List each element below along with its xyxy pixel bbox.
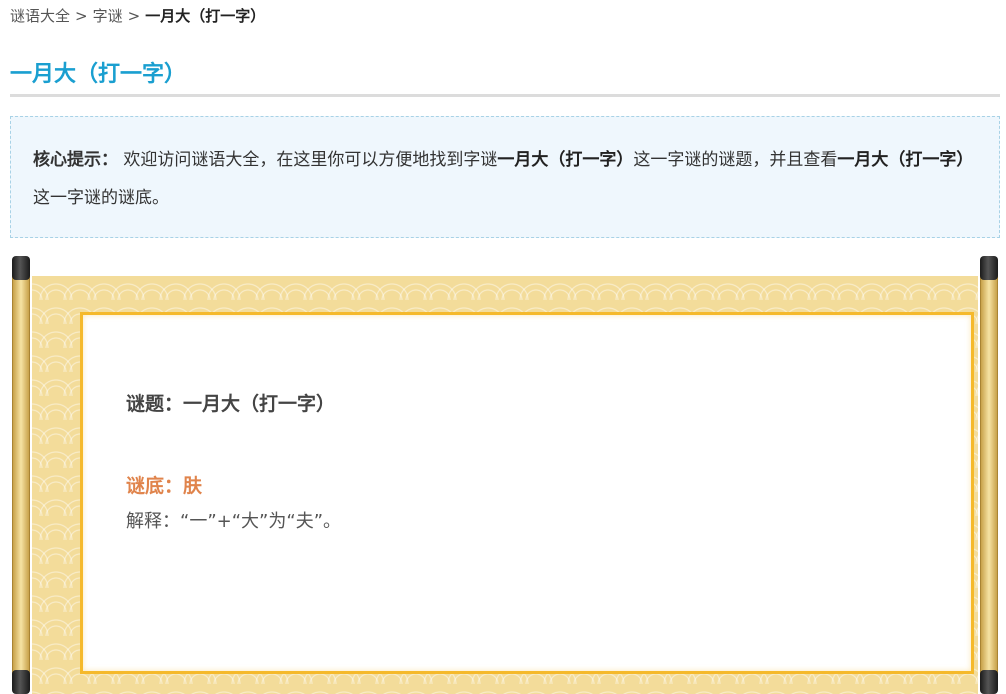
riddle-card: 谜题：一月大（打一字） 谜底：肤 解释：“一”+“大”为“夫”。 <box>80 312 974 674</box>
rod-cap-bottom <box>980 670 998 694</box>
title-divider <box>10 94 1000 97</box>
breadcrumb-separator: > <box>127 7 141 25</box>
riddle-answer: 谜底：肤 <box>126 475 203 497</box>
rod-cap-bottom <box>12 670 30 694</box>
rod-cap-top <box>980 256 998 280</box>
riddle-explanation: 解释：“一”+“大”为“夫”。 <box>126 511 342 532</box>
breadcrumb-category-link[interactable]: 字谜 <box>93 7 123 25</box>
page-title: 一月大（打一字） <box>10 61 187 87</box>
tip-text: 这一字谜的谜底。 <box>33 188 169 208</box>
rod-cap-top <box>12 256 30 280</box>
core-tip-box: 核心提示： 欢迎访问谜语大全，在这里你可以方便地找到字谜一月大（打一字）这一字谜… <box>10 116 1000 238</box>
breadcrumb-current: 一月大（打一字） <box>145 7 266 25</box>
tip-text: 这一字谜的谜题，并且查看 <box>633 150 838 170</box>
rod-shaft <box>980 276 998 674</box>
tip-text: 欢迎访问谜语大全，在这里你可以方便地找到字谜 <box>123 150 498 170</box>
scroll-rod-right <box>978 256 1000 694</box>
breadcrumb: 谜语大全 > 字谜 > 一月大（打一字） <box>10 5 265 26</box>
breadcrumb-home-link[interactable]: 谜语大全 <box>10 7 70 25</box>
riddle-scroll: 谜题：一月大（打一字） 谜底：肤 解释：“一”+“大”为“夫”。 <box>10 256 1000 694</box>
scroll-paper: 谜题：一月大（打一字） 谜底：肤 解释：“一”+“大”为“夫”。 <box>32 276 978 694</box>
scroll-rod-left <box>10 256 32 694</box>
tip-highlight: 一月大（打一字） <box>837 150 974 170</box>
riddle-question: 谜题：一月大（打一字） <box>126 393 336 415</box>
breadcrumb-separator: > <box>75 7 88 25</box>
tip-lead: 核心提示： <box>33 150 118 170</box>
tip-highlight: 一月大（打一字） <box>497 150 634 170</box>
rod-shaft <box>12 276 30 674</box>
